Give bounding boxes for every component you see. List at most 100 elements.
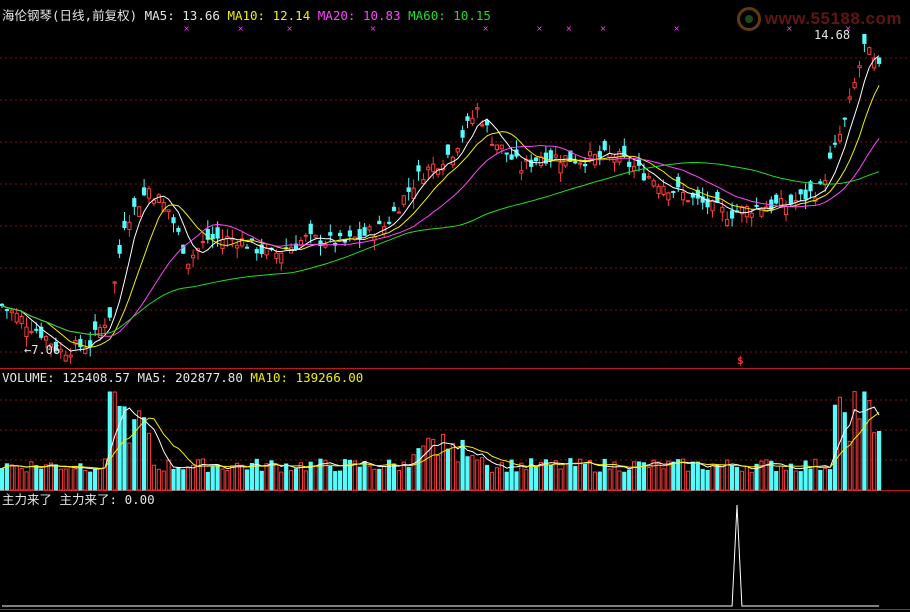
volume-bar	[58, 468, 63, 491]
volume-bar	[68, 466, 73, 491]
volume-bar	[377, 468, 382, 491]
volume-bar	[73, 468, 78, 491]
volume-bar	[382, 466, 387, 491]
volume-bar	[847, 440, 852, 491]
volume-bar	[592, 471, 597, 491]
volume-bar	[700, 468, 705, 491]
volume-bar	[867, 400, 872, 491]
volume-bar	[681, 458, 686, 491]
candle-body	[857, 65, 862, 69]
candle-body	[455, 147, 460, 153]
volume-value: 125408.57	[62, 370, 130, 385]
volume-bar	[372, 468, 377, 491]
candle-body	[142, 187, 147, 196]
volume-bar	[122, 406, 127, 491]
volume-bar	[391, 463, 397, 491]
stock-name[interactable]: 海伦钢琴	[2, 8, 52, 23]
candle-body	[548, 150, 553, 161]
candle-body	[877, 57, 882, 64]
volume-bar	[142, 417, 147, 491]
candle-body	[837, 133, 842, 142]
volume-bar	[244, 469, 250, 491]
volume-bar	[24, 471, 29, 491]
candle-body	[774, 194, 779, 204]
volume-bar	[39, 468, 44, 491]
candle-body	[529, 159, 534, 167]
candle-body	[460, 130, 465, 138]
candle-body	[357, 229, 362, 239]
volume-bar	[793, 470, 798, 491]
candle-body	[362, 227, 367, 236]
signal-tick: ×	[183, 24, 190, 33]
volume-bar	[558, 468, 563, 491]
candle-body	[720, 206, 725, 213]
ma20-line	[1, 138, 880, 337]
candle-body	[538, 156, 544, 167]
candle-body	[681, 191, 686, 201]
kline-chart-canvas[interactable]: × × × × × × × × × × ×	[0, 0, 910, 612]
volume-bar	[455, 461, 460, 491]
candle-body	[818, 181, 823, 184]
candle-body	[416, 165, 421, 172]
volume-bar	[200, 458, 206, 491]
candle-body	[156, 194, 161, 203]
volume-bar	[230, 465, 235, 491]
grid-lines	[0, 57, 910, 610]
candle-body	[534, 157, 539, 162]
ma20-value: 10.83	[362, 8, 401, 23]
volume-bar	[494, 467, 499, 491]
volume-bar	[877, 430, 882, 491]
volume-bar	[97, 468, 103, 491]
volume-bar	[0, 467, 5, 491]
ma60-label: MA60:	[408, 8, 446, 23]
volume-bar	[573, 466, 578, 491]
volume-bars	[0, 391, 882, 491]
candle-body	[842, 117, 847, 120]
volume-bar	[93, 469, 98, 491]
volume-bar	[734, 466, 740, 491]
volume-bar	[823, 467, 828, 491]
candle-body	[627, 161, 632, 167]
volume-bar	[215, 464, 220, 491]
volume-bar	[220, 468, 225, 491]
volume-bar	[534, 466, 539, 491]
volume-bar	[289, 470, 294, 491]
volume-bar	[323, 459, 328, 491]
volume-bar	[191, 464, 196, 491]
candle-body	[200, 241, 206, 244]
candle-body	[641, 173, 646, 181]
candle-body	[328, 232, 333, 236]
volume-bar	[730, 465, 735, 491]
volume-bar	[739, 470, 744, 491]
signal-tick: ×	[286, 24, 293, 33]
candle-body	[485, 120, 490, 126]
indicator-line	[2, 504, 880, 607]
volume-bar	[284, 463, 289, 491]
candle-body	[338, 232, 343, 237]
candle-body	[445, 144, 450, 155]
volume-bar	[587, 460, 593, 491]
volume-bar	[333, 471, 338, 491]
watermark-text: www.55188.com	[764, 9, 902, 28]
volume-panel-header: VOLUME: 125408.57 MA5: 202877.80 MA10: 1…	[2, 371, 363, 385]
volume-bar	[828, 469, 833, 491]
ma20-label: MA20:	[317, 8, 356, 23]
volume-bar	[524, 469, 529, 491]
indicator-panel-header: 主力来了 主力来了: 0.00	[2, 493, 155, 507]
volume-bar	[519, 462, 524, 491]
candle-body	[132, 198, 137, 207]
signal-tick: ×	[600, 24, 607, 33]
candle-body	[44, 336, 49, 341]
volume-bar	[798, 471, 803, 491]
signal-tick: ×	[536, 24, 543, 33]
volume-ma5-value: 202877.80	[175, 370, 243, 385]
volume-bar	[195, 459, 201, 491]
candle-body	[313, 234, 318, 238]
volume-bar	[127, 442, 132, 491]
volume-bar	[690, 461, 695, 491]
candle-body	[788, 194, 793, 205]
volume-bar	[788, 463, 793, 491]
volume-ma5-label: MA5:	[137, 370, 168, 385]
volume-bar	[445, 448, 450, 491]
volume-bar	[636, 461, 642, 491]
